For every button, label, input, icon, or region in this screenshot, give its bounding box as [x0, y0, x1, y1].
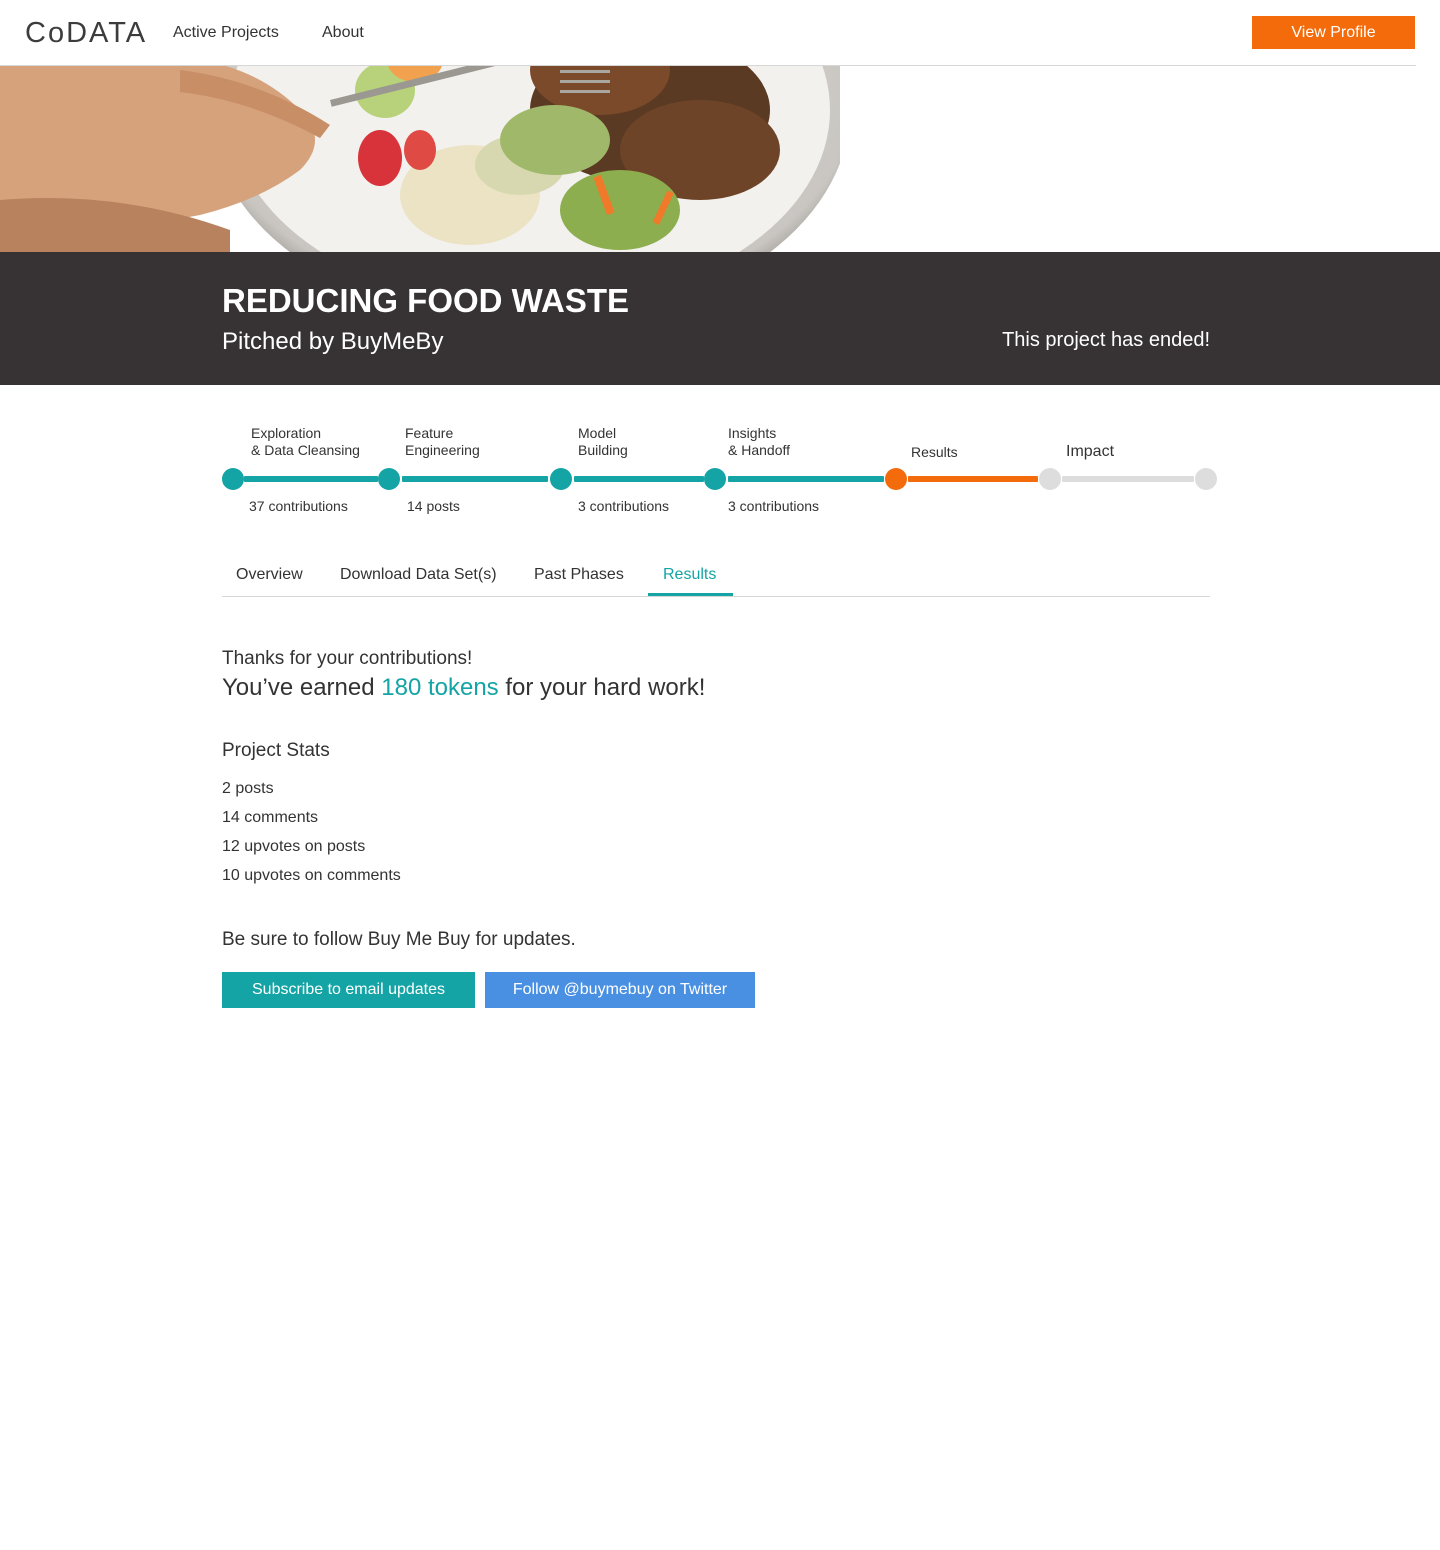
active-tab-indicator: [648, 593, 733, 596]
tokens-amount: 180 tokens: [381, 674, 499, 701]
phase-segment-current: [908, 476, 1038, 482]
stat-comment-upvotes: 10 upvotes on comments: [222, 867, 401, 884]
nav-active-projects[interactable]: Active Projects: [173, 23, 279, 43]
phase-dot-complete: [378, 468, 400, 490]
phase-label-line: Insights: [728, 425, 777, 441]
phase-segment-complete: [574, 476, 704, 482]
stat-posts: 2 posts: [222, 780, 274, 797]
stat-post-upvotes: 12 upvotes on posts: [222, 838, 366, 855]
follow-twitter-button[interactable]: Follow @buymebuy on Twitter: [485, 972, 755, 1008]
phase-tracker: Exploration & Data Cleansing 37 contribu…: [0, 385, 1440, 535]
phase-dot-complete: [550, 468, 572, 490]
tokens-earned-message: You’ve earned 180 tokens for your hard w…: [222, 674, 705, 702]
phase-label-insights: Insights & Handoff: [728, 425, 790, 459]
phase-label-line: Model: [578, 425, 617, 441]
phase-label-impact: Impact: [1066, 443, 1115, 460]
tab-past-phases[interactable]: Past Phases: [534, 565, 624, 595]
phase-count-exploration: 37 contributions: [249, 498, 348, 514]
subscribe-email-button[interactable]: Subscribe to email updates: [222, 972, 475, 1008]
phase-segment-upcoming: [1062, 476, 1194, 482]
phase-dot-upcoming: [1195, 468, 1217, 490]
project-tabs: Overview Download Data Set(s) Past Phase…: [222, 556, 1210, 597]
phase-segment-complete: [728, 476, 884, 482]
follow-note: Be sure to follow Buy Me Buy for updates…: [222, 929, 576, 950]
phase-segment-complete: [244, 476, 378, 482]
phase-segment-complete: [402, 476, 548, 482]
tab-download-data-sets[interactable]: Download Data Set(s): [340, 565, 497, 595]
project-stats-heading: Project Stats: [222, 740, 330, 761]
phase-dot-complete: [704, 468, 726, 490]
thanks-message: Thanks for your contributions!: [222, 648, 473, 669]
top-navbar: CoDATA Active Projects About View Profil…: [0, 0, 1416, 66]
phase-label-model: Model Building: [578, 425, 628, 459]
tab-overview[interactable]: Overview: [236, 565, 303, 595]
pitched-by: Pitched by BuyMeBy: [222, 328, 444, 355]
phase-label-line: & Handoff: [728, 442, 791, 458]
earned-suffix: for your hard work!: [498, 674, 706, 701]
phase-label-line: Engineering: [405, 442, 480, 458]
tab-results[interactable]: Results: [663, 565, 716, 595]
phase-label-exploration: Exploration & Data Cleansing: [251, 425, 360, 459]
phase-dot-current: [885, 468, 907, 490]
phase-label-line: Feature: [405, 425, 454, 441]
phase-dot-complete: [222, 468, 244, 490]
phase-label-feature: Feature Engineering: [405, 425, 480, 459]
phase-label-line: & Data Cleansing: [251, 442, 360, 458]
phase-label-results: Results: [911, 444, 958, 460]
project-title: REDUCING FOOD WASTE: [222, 282, 630, 319]
stat-comments: 14 comments: [222, 809, 319, 826]
codata-logo[interactable]: CoDATA: [25, 17, 147, 49]
phase-label-line: Exploration: [251, 425, 322, 441]
phase-dot-upcoming: [1039, 468, 1061, 490]
phase-count-insights: 3 contributions: [728, 498, 820, 514]
nav-about[interactable]: About: [322, 23, 364, 43]
phase-count-model: 3 contributions: [578, 498, 670, 514]
project-banner: REDUCING FOOD WASTE Pitched by BuyMeBy T…: [0, 252, 1440, 385]
view-profile-button[interactable]: View Profile: [1252, 16, 1415, 49]
earned-prefix: You’ve earned: [222, 674, 382, 701]
project-status: This project has ended!: [1002, 329, 1210, 351]
phase-label-line: Building: [578, 442, 628, 458]
phase-count-feature: 14 posts: [407, 498, 460, 514]
